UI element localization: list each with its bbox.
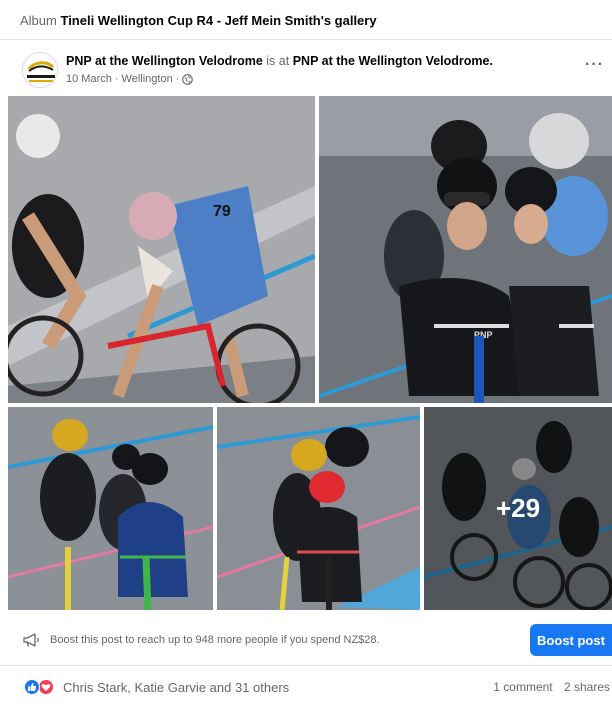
photo-1[interactable]: 79 [8, 96, 315, 403]
location-link[interactable]: PNP at the Wellington Velodrome. [293, 54, 493, 68]
cyclist-photo-icon: PNP [319, 96, 612, 403]
cyclist-photo-icon [217, 407, 420, 610]
post-date[interactable]: 10 March [66, 73, 112, 85]
megaphone-icon [22, 632, 42, 648]
is-at-text: is at [266, 54, 290, 68]
reactors-list[interactable]: Chris Stark, Katie Garvie and 31 others [63, 680, 289, 695]
post-header: PNP at the Wellington Velodrome is at PN… [0, 40, 612, 96]
meta-separator: · [114, 73, 119, 85]
more-photos-overlay[interactable]: +29 [424, 407, 612, 610]
post-place[interactable]: Wellington [122, 73, 173, 85]
engagement-counts: 1 comment 2 shares [493, 680, 610, 694]
boost-text: Boost this post to reach up to 948 more … [50, 634, 380, 646]
photo-3[interactable] [8, 407, 213, 610]
globe-icon [182, 73, 194, 85]
page-name-link[interactable]: PNP at the Wellington Velodrome [66, 54, 263, 68]
author-line: PNP at the Wellington Velodrome is at PN… [66, 54, 493, 68]
page-avatar[interactable] [22, 52, 58, 88]
more-photos-count: +29 [495, 493, 541, 523]
more-options-button[interactable]: ··· [585, 56, 609, 76]
album-bar: Album Tineli Wellington Cup R4 - Jeff Me… [0, 0, 612, 40]
race-number: 79 [213, 203, 231, 220]
share-count[interactable]: 2 shares [564, 680, 610, 694]
cyclist-photo-icon: 79 [8, 96, 315, 403]
photo-4[interactable] [217, 407, 420, 610]
album-prefix: Album [20, 13, 57, 28]
post-meta: 10 March · Wellington · [66, 73, 194, 85]
like-reaction-icon[interactable] [24, 679, 40, 695]
comment-count[interactable]: 1 comment [493, 680, 552, 694]
meta-separator: · [175, 73, 180, 85]
reactions-bar: Chris Stark, Katie Garvie and 31 others … [0, 666, 612, 704]
velodrome-logo-icon [23, 53, 57, 87]
album-title[interactable]: Tineli Wellington Cup R4 - Jeff Mein Smi… [60, 13, 376, 28]
photo-2[interactable]: PNP [319, 96, 612, 403]
boost-bar: Boost this post to reach up to 948 more … [0, 614, 612, 666]
cyclist-photo-icon [8, 407, 213, 610]
photo-grid: 79 PNP +29 [8, 96, 612, 610]
boost-post-button[interactable]: Boost post [530, 624, 612, 656]
love-reaction-icon[interactable] [38, 679, 54, 695]
photo-5-more[interactable]: +29 [424, 407, 612, 610]
